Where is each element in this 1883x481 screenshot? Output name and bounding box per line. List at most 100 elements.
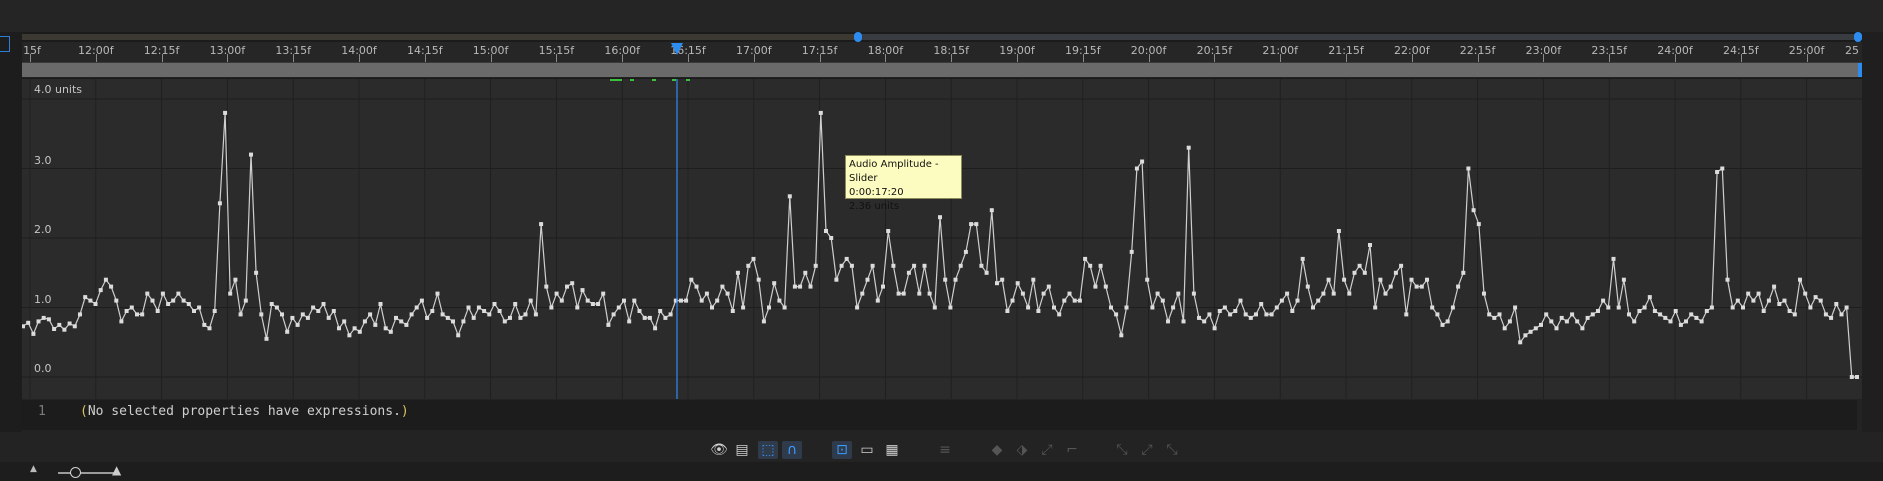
y-label-1: 1.0 xyxy=(34,293,52,306)
keyframe-point xyxy=(1787,309,1792,313)
keyframe-point xyxy=(1072,298,1077,303)
transform-box-icon[interactable]: ⬚ xyxy=(758,441,778,459)
keyframe-point xyxy=(1621,277,1626,282)
expression-text[interactable]: (No selected properties have expressions… xyxy=(80,404,409,419)
keyframe-point xyxy=(1202,319,1207,324)
keyframe-point xyxy=(311,305,316,310)
keyframe-point xyxy=(1155,291,1160,296)
keyframe-point xyxy=(1181,319,1186,324)
keyframe-point xyxy=(192,309,196,313)
keyframe-point xyxy=(1083,256,1088,261)
graph-options-icon[interactable]: ▤ xyxy=(732,441,752,459)
keyframe-point xyxy=(1311,305,1315,310)
ruler-label: 22:15f xyxy=(1459,44,1496,57)
keyframe-point xyxy=(1777,302,1782,306)
hold-keyframe-icon[interactable]: ◆ xyxy=(987,441,1007,459)
keyframe-point xyxy=(1570,312,1575,317)
keyframe-point xyxy=(1735,298,1740,303)
keyframe-point xyxy=(1855,375,1859,379)
keyframe-point xyxy=(1057,312,1062,317)
keyframe-point xyxy=(627,319,632,324)
keyframe-point xyxy=(1176,291,1181,296)
keyframe-point xyxy=(1497,312,1502,317)
keyframe-point xyxy=(1730,305,1735,310)
keyframe-point xyxy=(119,319,124,324)
keyframe-point xyxy=(1507,319,1512,324)
keyframe-point xyxy=(984,270,989,275)
keyframe-point xyxy=(1404,312,1409,317)
navigator-end-handle[interactable] xyxy=(1854,32,1862,42)
linear-keyframe-icon[interactable]: ⬗ xyxy=(1012,441,1032,459)
keyframe-point xyxy=(792,284,797,289)
fit-selection-icon[interactable]: ⊡ xyxy=(832,441,852,459)
keyframe-point xyxy=(1746,291,1751,296)
keyframe-point xyxy=(1093,284,1098,289)
ruler-label: 19:00f xyxy=(999,44,1035,57)
edit-keyframe-icon[interactable]: ≡ xyxy=(935,441,955,459)
keyframe-point xyxy=(1134,166,1139,171)
keyframe-point xyxy=(435,291,440,296)
time-ruler[interactable]: 15f 12:00f 12:15f 13:00f 13:15f 14:00f 14:15f 1… xyxy=(22,42,1874,63)
keyframe-point xyxy=(295,322,300,327)
ruler-label: 21:15f xyxy=(1328,44,1364,57)
keyframe-point xyxy=(1046,284,1051,289)
keyframe-point xyxy=(52,327,57,331)
keyframe-point xyxy=(1756,291,1761,296)
time-navigator[interactable] xyxy=(22,32,1862,42)
keyframe-point xyxy=(1295,298,1300,303)
keyframe-point xyxy=(704,291,709,296)
keyframe-point xyxy=(378,302,383,306)
keyframe-point xyxy=(1430,305,1435,310)
keyframe-point xyxy=(114,298,119,303)
keyframe-point xyxy=(938,215,942,220)
keyframe-point xyxy=(1305,284,1310,289)
zoom-out-icon[interactable]: ▲ xyxy=(30,464,37,474)
keyframe-point xyxy=(1103,284,1108,289)
keyframe-point xyxy=(912,263,917,268)
keyframe-point xyxy=(1440,322,1445,327)
keyframe-point xyxy=(1539,322,1543,327)
separate-dimensions-icon[interactable]: ▦ xyxy=(882,441,902,459)
show-properties-icon[interactable]: 👁 xyxy=(709,441,729,459)
keyframe-point xyxy=(461,319,466,324)
zoom-slider[interactable] xyxy=(58,472,118,474)
ruler-label: 14:00f xyxy=(341,44,377,57)
keyframe-point xyxy=(1254,312,1258,317)
keyframe-point xyxy=(922,263,927,268)
keyframe-point xyxy=(849,263,854,268)
panel-toggle-icon[interactable] xyxy=(0,36,10,52)
keyframe-point xyxy=(487,312,492,317)
navigator-start-handle[interactable] xyxy=(854,32,862,42)
zoom-in-icon[interactable]: ▲ xyxy=(112,463,121,477)
ruler-label: 14:15f xyxy=(407,44,443,57)
graph-editor[interactable] xyxy=(22,78,1862,399)
keyframe-point xyxy=(601,291,606,296)
graph-canvas[interactable] xyxy=(22,79,1862,399)
playhead-marker[interactable] xyxy=(671,43,683,55)
bottom-bar xyxy=(0,462,1883,481)
ruler-label: 25:00f xyxy=(1788,44,1825,57)
keyframe-point xyxy=(1549,319,1554,324)
auto-bezier-icon[interactable]: ⤢ xyxy=(1037,441,1057,459)
keyframe-point xyxy=(419,298,424,303)
easy-ease-icon[interactable]: ⌐ xyxy=(1062,441,1082,459)
snap-icon[interactable]: ∩ xyxy=(782,441,802,459)
keyframe-point xyxy=(1699,319,1704,324)
ruler-label: 25 xyxy=(1845,44,1859,57)
fit-all-icon[interactable]: ▭ xyxy=(857,441,877,459)
keyframe-point xyxy=(1399,263,1404,268)
easy-ease-both-icon[interactable]: ⤡ xyxy=(1162,441,1182,459)
ruler-label: 24:00f xyxy=(1657,44,1693,57)
easy-ease-in-icon[interactable]: ⤡ xyxy=(1112,441,1132,459)
ruler-label: 15:15f xyxy=(538,44,575,57)
keyframe-point xyxy=(1782,298,1787,303)
zoom-slider-knob[interactable] xyxy=(70,467,81,478)
keyframe-point xyxy=(155,309,160,313)
easy-ease-out-icon[interactable]: ⤢ xyxy=(1137,441,1157,459)
keyframe-point xyxy=(1274,305,1279,310)
expression-editor[interactable]: 1 (No selected properties have expressio… xyxy=(22,400,1857,430)
work-area-bar[interactable] xyxy=(22,63,1862,77)
keyframe-point xyxy=(26,320,31,325)
keyframe-point xyxy=(798,284,803,289)
keyframe-point xyxy=(1414,284,1419,289)
